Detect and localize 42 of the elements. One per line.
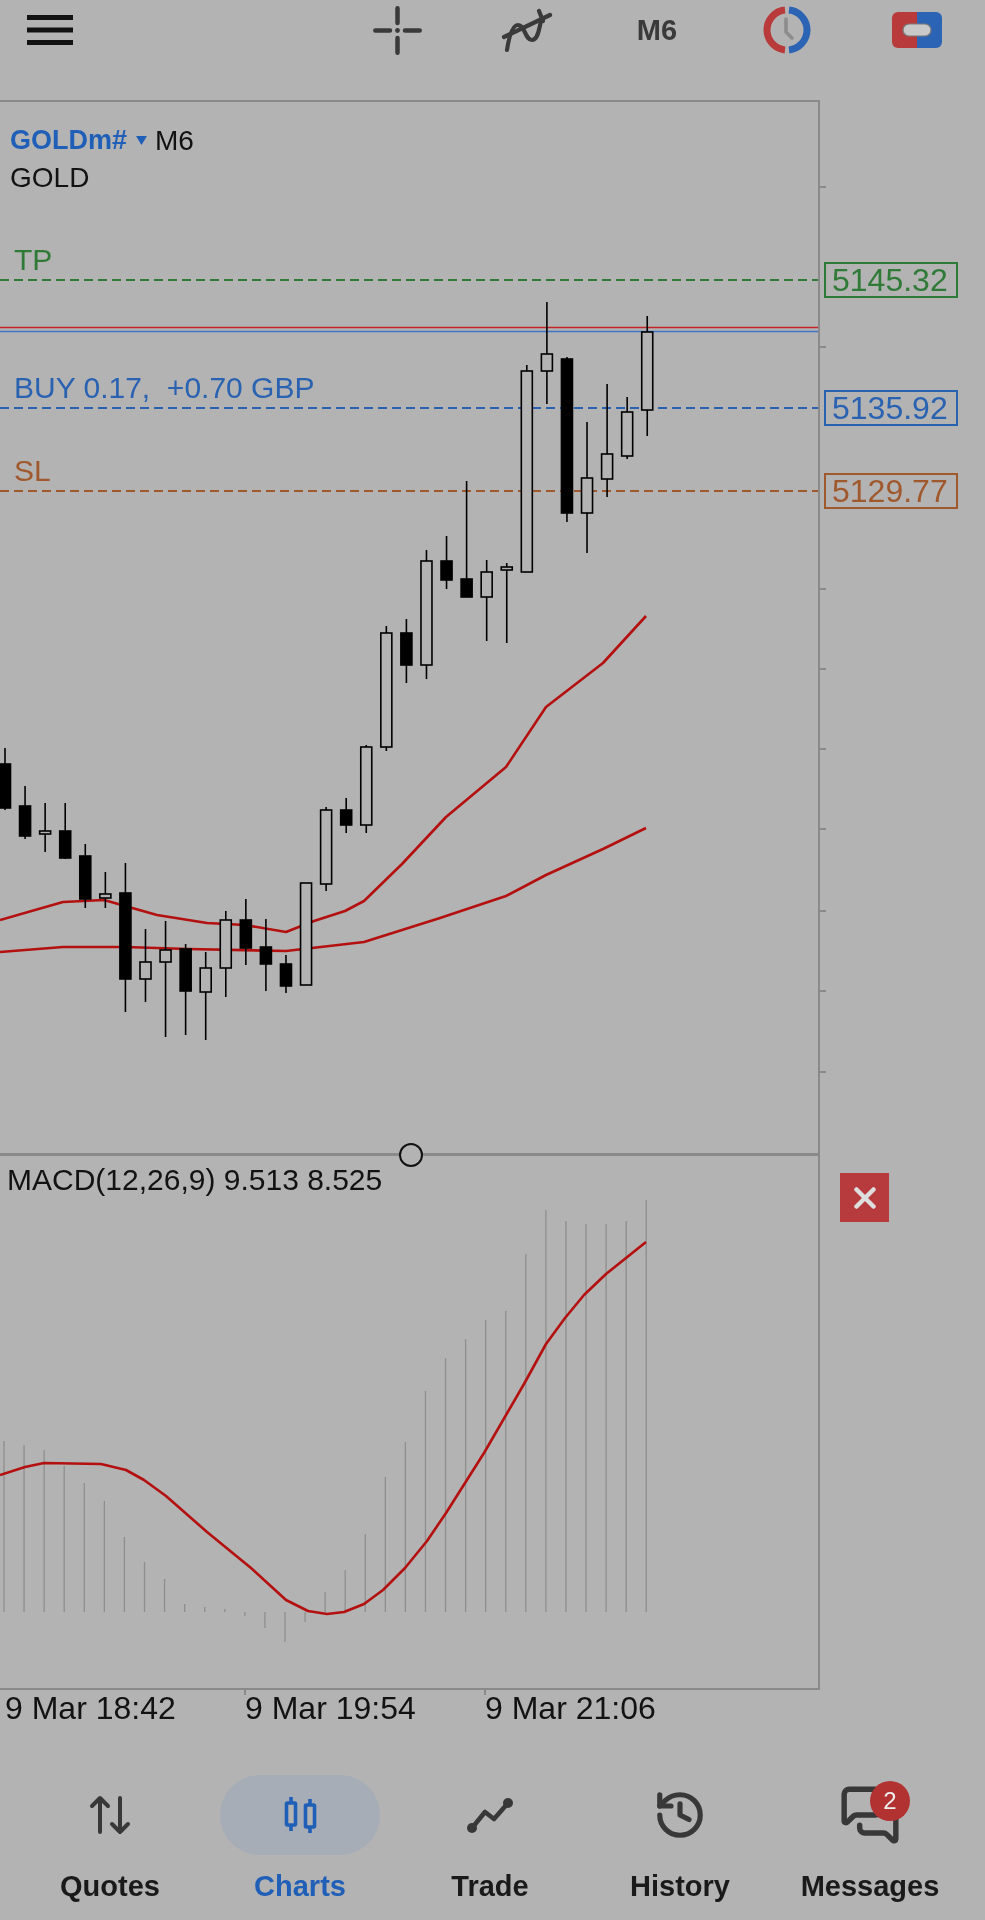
candle <box>79 843 92 909</box>
wave-icon[interactable] <box>501 7 553 53</box>
price-tag: 5129.77 <box>824 473 958 509</box>
level-label: TP <box>14 243 53 277</box>
level-label: BUY 0.17, +0.70 GBP <box>14 371 315 405</box>
price-tag: 5135.92 <box>824 390 958 426</box>
time-label: 9 Mar 19:54 <box>245 1690 416 1726</box>
candle <box>239 898 253 966</box>
candle <box>440 535 453 590</box>
candle <box>620 396 634 460</box>
level-label: SL <box>14 454 51 488</box>
split-tile-icon[interactable] <box>892 12 942 48</box>
timeframe-button[interactable]: M6 <box>636 13 678 47</box>
menu-icon[interactable] <box>27 15 73 45</box>
time-label: 9 Mar 21:06 <box>485 1690 656 1726</box>
candle <box>99 871 112 909</box>
clock-icon[interactable] <box>762 5 812 55</box>
nav-tab[interactable]: History <box>600 1738 760 1903</box>
close-indicator-button[interactable] <box>840 1173 889 1222</box>
candle <box>58 802 72 860</box>
caret-icon[interactable] <box>136 136 148 145</box>
line-chart-icon <box>465 1795 515 1835</box>
symbol-description: GOLD <box>10 161 90 195</box>
up-down-arrows-icon <box>89 1795 131 1835</box>
indicator-label: MACD(12,26,9) 9.513 8.525 <box>7 1163 383 1197</box>
resize-handle[interactable] <box>399 1143 423 1167</box>
candle <box>400 618 413 684</box>
crosshair-icon[interactable] <box>372 5 422 55</box>
nav-tab[interactable]: Trade <box>410 1738 570 1903</box>
nav-tab[interactable]: Quotes <box>30 1738 190 1903</box>
candle <box>279 954 293 994</box>
candle <box>18 785 32 840</box>
histogram-bar <box>143 1561 146 1613</box>
candle <box>38 802 52 853</box>
candle <box>0 747 12 811</box>
close-icon[interactable] <box>853 1186 876 1209</box>
chart-timeframe: M6 <box>155 124 194 158</box>
price-tag: 5145.32 <box>824 262 958 298</box>
unread-count-badge: 2 <box>870 1781 910 1821</box>
histogram-bar <box>163 1578 166 1613</box>
candle <box>339 797 353 834</box>
time-label: 9 Mar 18:42 <box>5 1690 176 1726</box>
